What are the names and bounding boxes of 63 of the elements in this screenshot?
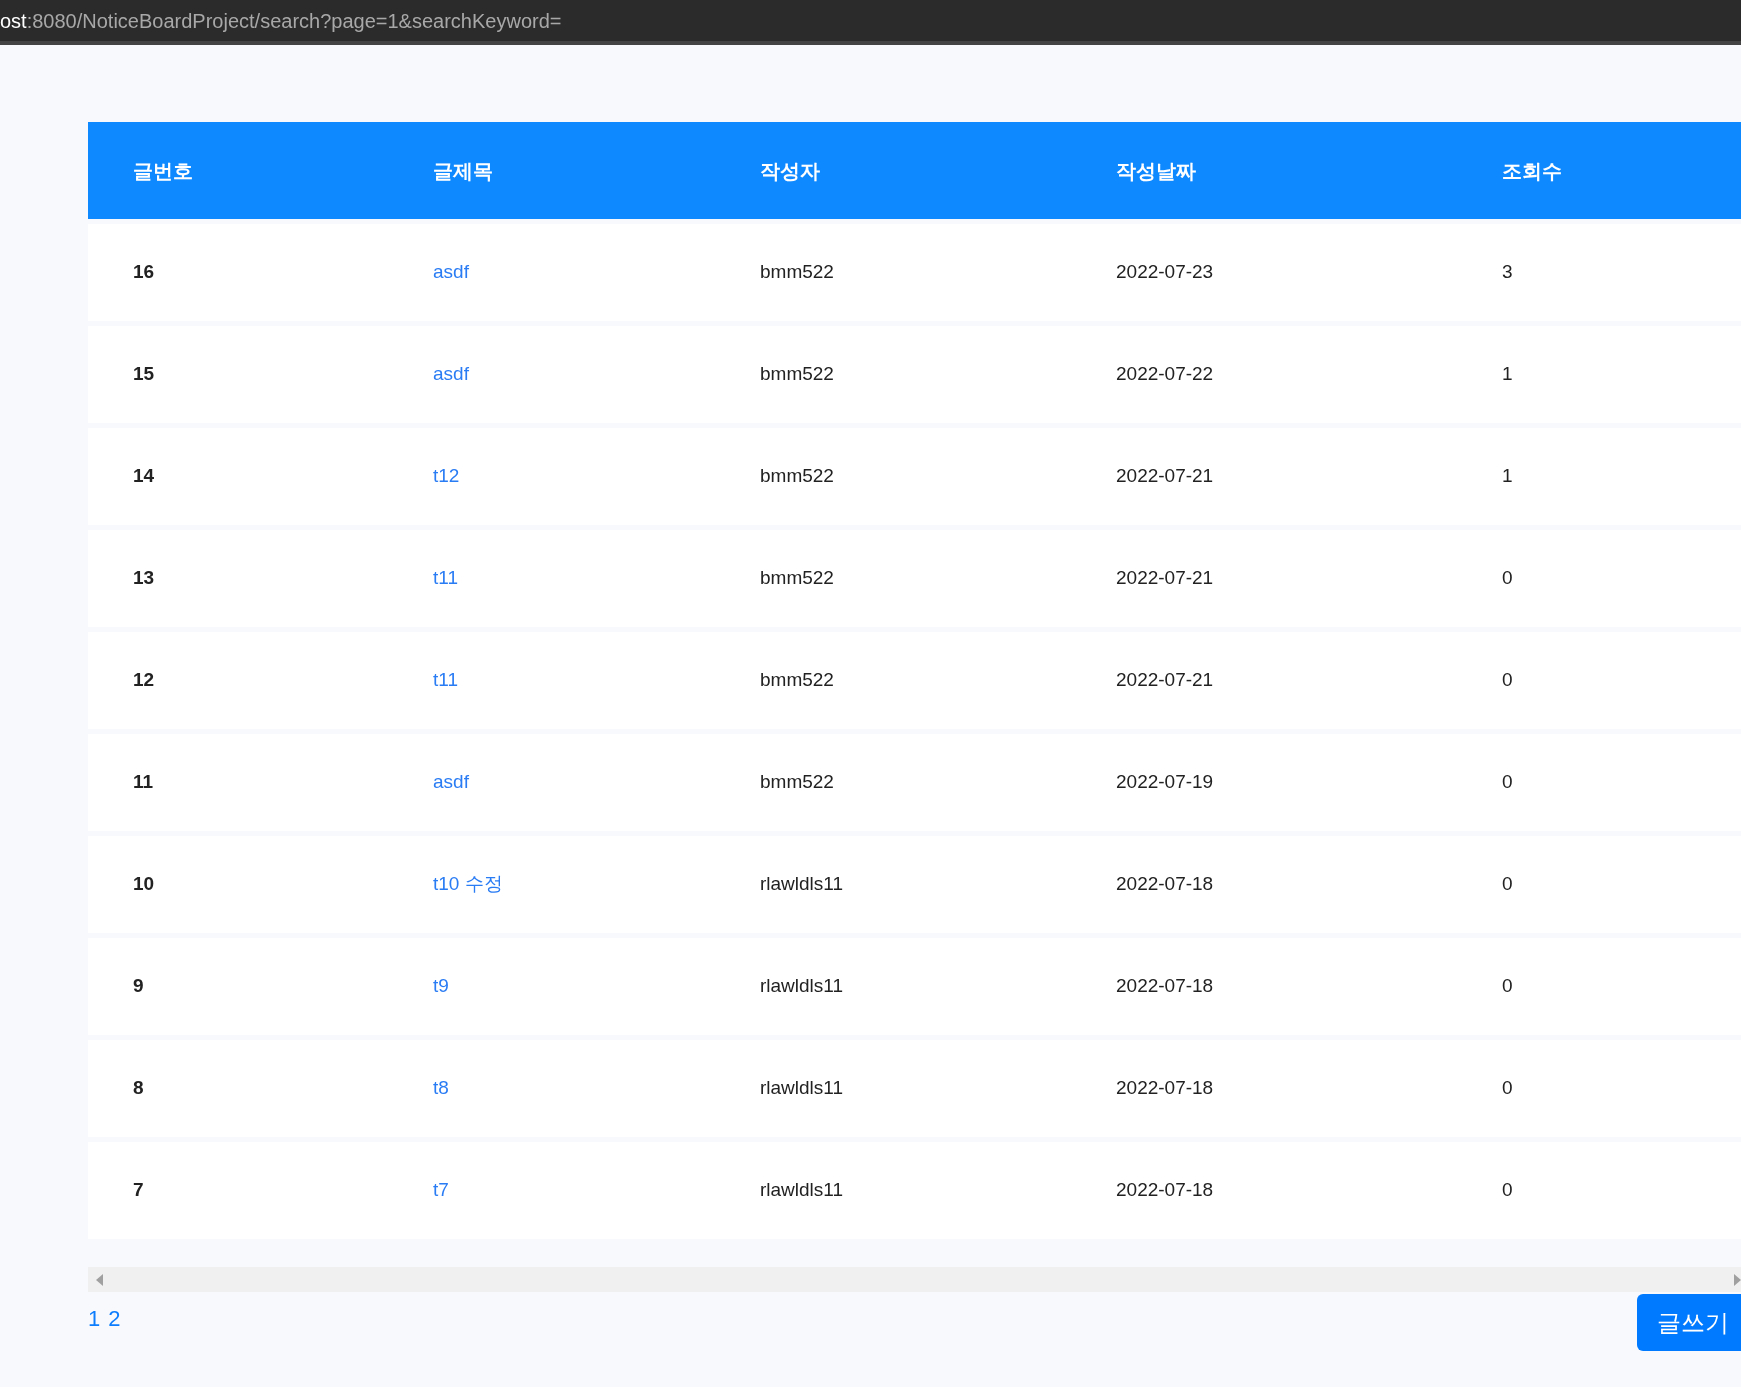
scroll-left-icon[interactable] bbox=[96, 1273, 103, 1286]
post-views: 0 bbox=[1502, 567, 1513, 589]
post-number: 9 bbox=[133, 975, 144, 997]
post-title-link[interactable]: t7 bbox=[433, 1179, 449, 1201]
post-number: 13 bbox=[133, 567, 155, 589]
post-date: 2022-07-23 bbox=[1116, 261, 1214, 283]
post-title-link[interactable]: t11 bbox=[433, 567, 458, 589]
post-number: 10 bbox=[133, 873, 155, 895]
post-author: rlawldls11 bbox=[760, 873, 844, 895]
post-date: 2022-07-18 bbox=[1116, 1179, 1214, 1201]
post-title-link[interactable]: asdf bbox=[433, 363, 469, 385]
post-date: 2022-07-22 bbox=[1116, 363, 1214, 385]
page-link[interactable]: 2 bbox=[108, 1302, 121, 1335]
post-title-link[interactable]: asdf bbox=[433, 771, 469, 793]
post-author: bmm522 bbox=[760, 261, 834, 283]
horizontal-scrollbar[interactable] bbox=[88, 1267, 1741, 1292]
post-title-link[interactable]: t10 수정 bbox=[433, 873, 503, 895]
column-header: 조회수 bbox=[1502, 159, 1562, 182]
post-number: 15 bbox=[133, 363, 155, 385]
post-views: 0 bbox=[1502, 771, 1513, 793]
scroll-right-icon[interactable] bbox=[1734, 1273, 1741, 1286]
post-title-link[interactable]: t12 bbox=[433, 465, 460, 487]
post-date: 2022-07-19 bbox=[1116, 771, 1214, 793]
post-title-link[interactable]: t11 bbox=[433, 669, 458, 691]
url-path: :8080/NoticeBoardProject/search?page=1&searchKeyword= bbox=[26, 8, 562, 34]
url-host: ost bbox=[0, 8, 27, 34]
column-header: 작성날짜 bbox=[1116, 159, 1196, 182]
post-author: bmm522 bbox=[760, 771, 834, 793]
post-views: 0 bbox=[1502, 873, 1513, 895]
post-number: 14 bbox=[133, 465, 155, 487]
write-button[interactable]: 글쓰기 bbox=[1637, 1294, 1741, 1351]
post-date: 2022-07-18 bbox=[1116, 873, 1214, 895]
post-title-link[interactable]: asdf bbox=[433, 261, 469, 283]
post-views: 0 bbox=[1502, 669, 1513, 691]
post-number: 8 bbox=[133, 1077, 144, 1099]
post-author: bmm522 bbox=[760, 669, 834, 691]
post-views: 0 bbox=[1502, 1077, 1513, 1099]
post-number: 16 bbox=[133, 261, 155, 283]
post-views: 1 bbox=[1502, 465, 1513, 487]
post-title-link[interactable]: t8 bbox=[433, 1077, 449, 1099]
post-author: rlawldls11 bbox=[760, 1077, 844, 1099]
post-author: rlawldls11 bbox=[760, 1179, 844, 1201]
post-number: 11 bbox=[133, 771, 154, 793]
post-date: 2022-07-18 bbox=[1116, 1077, 1214, 1099]
column-header: 작성자 bbox=[760, 159, 820, 182]
post-date: 2022-07-21 bbox=[1116, 567, 1214, 589]
post-date: 2022-07-21 bbox=[1116, 669, 1214, 691]
post-views: 0 bbox=[1502, 975, 1513, 997]
post-author: bmm522 bbox=[760, 363, 834, 385]
post-views: 1 bbox=[1502, 363, 1513, 385]
post-author: bmm522 bbox=[760, 465, 834, 487]
post-views: 3 bbox=[1502, 261, 1513, 283]
post-number: 7 bbox=[133, 1179, 144, 1201]
post-number: 12 bbox=[133, 669, 155, 691]
column-header: 글제목 bbox=[433, 159, 493, 182]
post-views: 0 bbox=[1502, 1179, 1513, 1201]
post-date: 2022-07-21 bbox=[1116, 465, 1214, 487]
post-title-link[interactable]: t9 bbox=[433, 975, 449, 997]
post-author: bmm522 bbox=[760, 567, 834, 589]
page-link[interactable]: 1 bbox=[88, 1302, 101, 1335]
column-header: 글번호 bbox=[133, 159, 193, 182]
post-author: rlawldls11 bbox=[760, 975, 844, 997]
post-date: 2022-07-18 bbox=[1116, 975, 1214, 997]
